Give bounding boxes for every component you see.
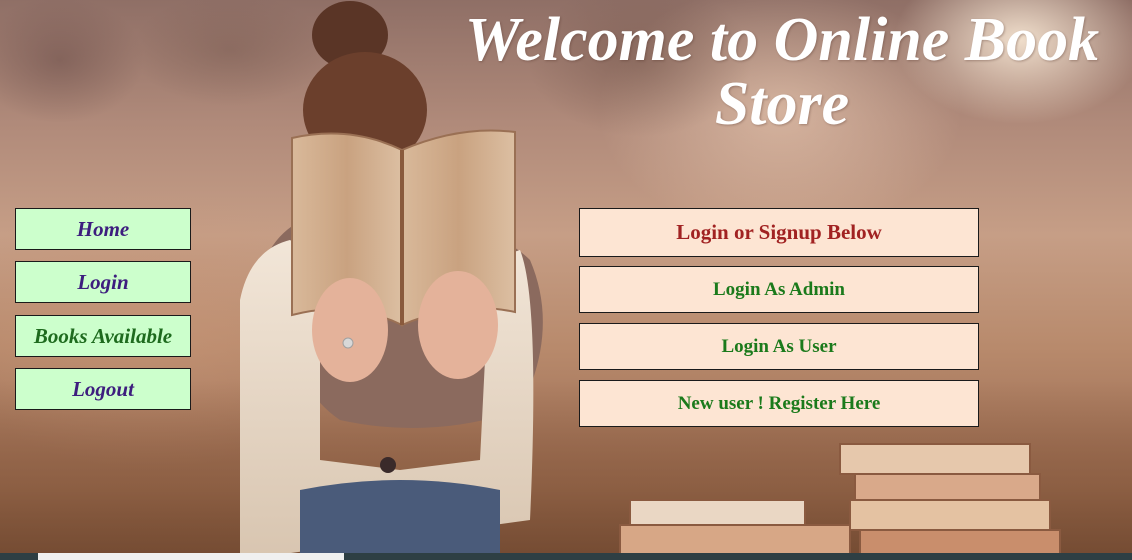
nav-books-available-button[interactable]: Books Available — [15, 315, 191, 357]
nav-home-button[interactable]: Home — [15, 208, 191, 250]
login-as-admin-link[interactable]: Login As Admin — [579, 266, 979, 313]
login-panel-heading: Login or Signup Below — [579, 208, 979, 257]
book-stack-illustration — [619, 443, 1061, 560]
login-as-user-link[interactable]: Login As User — [579, 323, 979, 370]
page-title-line-2: Store — [714, 70, 850, 138]
scrollbar-thumb[interactable] — [38, 553, 344, 560]
nav-login-button[interactable]: Login — [15, 261, 191, 303]
register-link[interactable]: New user ! Register Here — [579, 380, 979, 427]
horizontal-scrollbar[interactable] — [0, 553, 1132, 560]
nav-logout-button[interactable]: Logout — [15, 368, 191, 410]
page-title: Welcome to Online Book Store — [432, 8, 1132, 136]
page-title-line-1: Welcome to Online Book — [464, 6, 1100, 74]
